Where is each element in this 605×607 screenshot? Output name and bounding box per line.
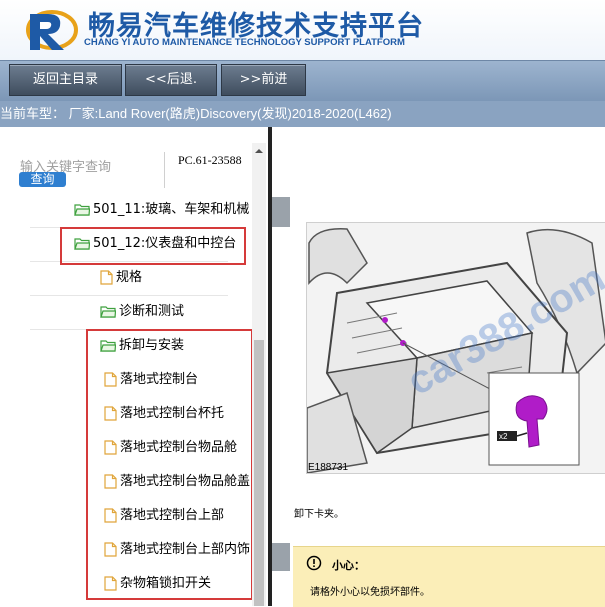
tree-item-floor-console[interactable]: 落地式控制台 [104, 363, 198, 397]
caution-text: 请格外小心以免损坏部件。 [310, 587, 430, 598]
tree-item-label: 规格 [116, 270, 143, 285]
procedure-figure: x2 [306, 222, 605, 474]
tree-item-label: 拆卸与安装 [119, 338, 185, 353]
tree-item-501-12[interactable]: 501_12:仪表盘和中控台 [74, 227, 236, 261]
folder-open-icon [74, 238, 90, 250]
tree-item-upper-console[interactable]: 落地式控制台上部 [104, 499, 224, 533]
search-divider [164, 152, 165, 188]
tree-item-label: 诊断和测试 [119, 304, 185, 319]
tree-item-label: 落地式控制台 [120, 372, 199, 387]
header: 畅易汽车维修技术支持平台 CHANG YI AUTO MAINTENANCE T… [0, 0, 605, 60]
document-icon [104, 372, 117, 387]
folder-open-icon [100, 306, 116, 318]
step-caption: 卸下卡夹。 [294, 509, 344, 520]
warning-icon [306, 555, 322, 571]
document-icon [104, 576, 117, 591]
tree-item-cup-holder[interactable]: 落地式控制台杯托 [104, 397, 224, 431]
scroll-thumb[interactable] [254, 340, 264, 606]
tree-item-501-11[interactable]: 501_11:玻璃、车架和机械 [74, 193, 249, 227]
logo-icon [26, 10, 78, 50]
step-marker [272, 197, 290, 227]
tree-item-specs[interactable]: 规格 [100, 261, 142, 295]
toolbar: 返回主目录 <<后退. >>前进 [0, 60, 605, 103]
document-icon [104, 406, 117, 421]
back-button[interactable]: <<后退. [125, 64, 217, 96]
forward-button[interactable]: >>前进 [221, 64, 306, 96]
document-icon [104, 508, 117, 523]
scroll-up-arrow-icon[interactable] [252, 145, 266, 157]
folder-open-icon [74, 204, 90, 216]
tree-item-label: 落地式控制台上部 [120, 508, 225, 523]
console-illustration: x2 [307, 223, 605, 473]
home-button[interactable]: 返回主目录 [9, 64, 122, 96]
figure-id: E188731 [308, 462, 349, 473]
tree-item-storage-compartment[interactable]: 落地式控制台物品舱 [104, 431, 237, 465]
tree-item-label: 501_11:玻璃、车架和机械 [93, 202, 250, 217]
folder-open-icon [100, 340, 116, 352]
app-subtitle: CHANG YI AUTO MAINTENANCE TECHNOLOGY SUP… [84, 37, 405, 48]
tree-item-label: 落地式控制台上部内饰 [120, 542, 250, 557]
tree-item-label: 落地式控制台物品舱盖 [120, 474, 251, 489]
pc-code: PC.61-23588 [178, 153, 242, 167]
figure-badge: x2 [499, 432, 508, 441]
tree-item-label: 落地式控制台杯托 [120, 406, 225, 421]
tree-item-glovebox-switch[interactable]: 杂物箱锁扣开关 [104, 567, 211, 601]
document-icon [104, 474, 117, 489]
step-marker [272, 543, 290, 571]
tree-item-label: 杂物箱锁扣开关 [120, 576, 212, 591]
tree-item-compartment-lid[interactable]: 落地式控制台物品舱盖 [104, 465, 250, 499]
document-icon [104, 440, 117, 455]
tree-item-diagnosis[interactable]: 诊断和测试 [100, 295, 184, 329]
search-button[interactable]: 查询 [19, 172, 66, 187]
document-icon [104, 542, 117, 557]
current-model-bar: 当前车型： 厂家:Land Rover(路虎)Discovery(发现)2018… [0, 101, 605, 127]
tree-item-upper-console-trim[interactable]: 落地式控制台上部内饰 [104, 533, 250, 567]
tree-item-label: 501_12:仪表盘和中控台 [93, 236, 237, 251]
tree-item-label: 落地式控制台物品舱 [120, 440, 238, 455]
tree-item-removal-install[interactable]: 拆卸与安装 [100, 329, 184, 363]
caution-title: 小心： [332, 559, 365, 572]
document-icon [100, 270, 113, 285]
